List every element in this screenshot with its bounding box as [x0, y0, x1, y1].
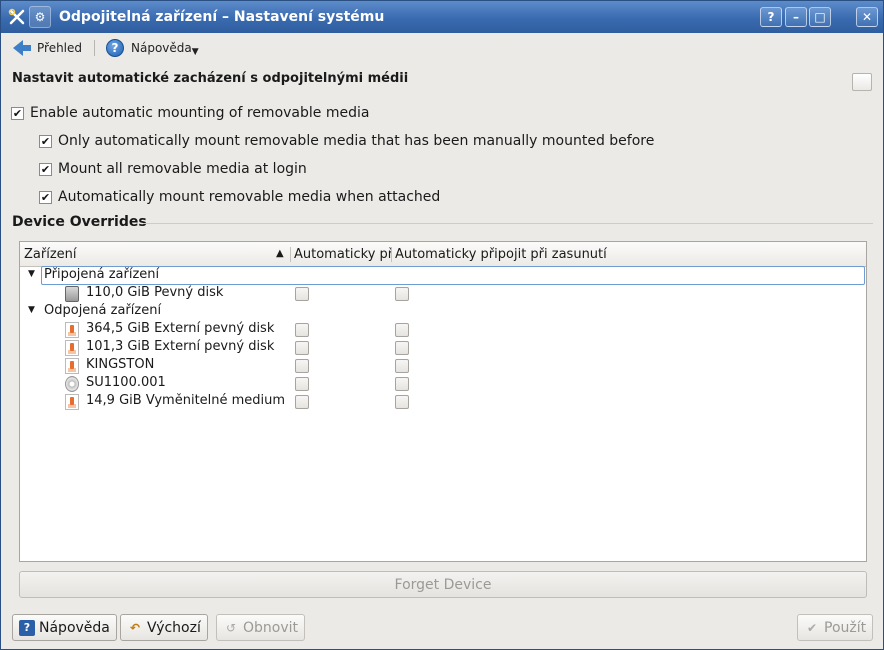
help-button-label: Nápověda: [39, 619, 110, 636]
minimize-button[interactable]: –: [785, 7, 807, 27]
device-tree[interactable]: Zařízení ▲ Automaticky při Automaticky p…: [19, 241, 867, 562]
reset-button[interactable]: ↺ Obnovit: [216, 614, 306, 641]
overview-button[interactable]: Přehled: [13, 37, 82, 59]
help-book-icon: ?: [19, 619, 35, 636]
auto-attach-checkbox[interactable]: [395, 323, 409, 337]
back-arrow-icon: [13, 40, 31, 56]
help-button[interactable]: ? Nápověda: [12, 614, 117, 641]
device-row[interactable]: 14,9 GiB Vyměnitelné medium: [20, 393, 866, 411]
device-label: 110,0 GiB Pevný disk: [86, 285, 224, 300]
only-manual-label: Only automatically mount removable media…: [58, 133, 655, 149]
mount-at-login-label: Mount all removable media at login: [58, 161, 307, 177]
external-disk-icon: [65, 394, 79, 410]
chevron-down-icon: ▼: [191, 47, 199, 57]
checkbox-checked[interactable]: ✔: [39, 190, 52, 204]
enable-automount-label: Enable automatic mounting of removable m…: [30, 105, 370, 121]
external-disk-icon: [65, 340, 79, 356]
tree-header: Zařízení ▲ Automaticky při Automaticky p…: [20, 242, 866, 267]
auto-attach-checkbox[interactable]: [395, 341, 409, 355]
defaults-button-label: Výchozí: [147, 619, 201, 636]
device-label: 364,5 GiB Externí pevný disk: [86, 321, 275, 336]
mount-at-login-checkbox[interactable]: ✔ Mount all removable media at login: [39, 161, 307, 177]
tree-group-row[interactable]: ▼ Odpojená zařízení: [20, 303, 866, 321]
column-header-auto-login[interactable]: Automaticky při: [294, 247, 391, 262]
checkmark-icon: ✔: [806, 620, 818, 635]
toolbar-separator: [94, 40, 95, 56]
help-icon: ?: [106, 39, 124, 57]
tree-group-row[interactable]: ▼ Připojená zařízení: [20, 266, 866, 285]
auto-attach-checkbox[interactable]: [395, 395, 409, 409]
auto-login-checkbox[interactable]: [295, 395, 309, 409]
auto-login-checkbox[interactable]: [295, 377, 309, 391]
column-header-device[interactable]: Zařízení: [24, 247, 274, 262]
reset-icon: ↺: [225, 620, 237, 635]
section-divider: [143, 223, 873, 224]
checkbox-checked[interactable]: ✔: [39, 134, 52, 148]
tools-icon[interactable]: [7, 7, 27, 27]
column-separator: [391, 247, 392, 262]
device-label: 101,3 GiB Externí pevný disk: [86, 339, 275, 354]
window-menu-icon[interactable]: ⚙: [29, 6, 51, 28]
toolbar: Přehled ? Nápověda ▼: [1, 33, 883, 61]
column-header-auto-attach[interactable]: Automaticky připojit při zasunutí: [395, 247, 655, 262]
group-label: Odpojená zařízení: [44, 303, 162, 318]
device-label: 14,9 GiB Vyměnitelné medium: [86, 393, 286, 408]
device-label: KINGSTON: [86, 357, 155, 372]
column-separator: [290, 247, 291, 262]
expand-arrow-icon[interactable]: ▼: [28, 269, 35, 279]
only-manual-checkbox[interactable]: ✔ Only automatically mount removable med…: [39, 133, 654, 149]
device-row[interactable]: 101,3 GiB Externí pevný disk: [20, 339, 866, 357]
page-title: Nastavit automatické zacházení s odpojit…: [12, 71, 409, 86]
apply-button-label: Použít: [824, 619, 867, 636]
device-row[interactable]: KINGSTON: [20, 357, 866, 375]
device-label: SU1100.001: [86, 375, 166, 390]
settings-window: ⚙ Odpojitelná zařízení – Nastavení systé…: [0, 0, 884, 650]
device-row[interactable]: SU1100.001: [20, 375, 866, 393]
overview-label: Přehled: [37, 41, 83, 55]
device-row[interactable]: 364,5 GiB Externí pevný disk: [20, 321, 866, 339]
enable-automount-checkbox[interactable]: ✔ Enable automatic mounting of removable…: [11, 105, 369, 121]
selection-highlight: [41, 266, 865, 285]
close-button[interactable]: ✕: [856, 7, 878, 27]
auto-login-checkbox[interactable]: [295, 359, 309, 373]
context-help-button[interactable]: [852, 73, 872, 91]
auto-attach-checkbox[interactable]: [395, 377, 409, 391]
mount-when-attached-checkbox[interactable]: ✔ Automatically mount removable media wh…: [39, 189, 440, 205]
apply-button[interactable]: ✔ Použít: [797, 614, 874, 641]
section-title: Device Overrides: [12, 214, 147, 230]
checkbox-checked[interactable]: ✔: [11, 106, 24, 120]
defaults-button[interactable]: ↶ Výchozí: [120, 614, 208, 641]
mount-when-attached-label: Automatically mount removable media when…: [58, 189, 441, 205]
help-window-button[interactable]: ?: [760, 7, 782, 27]
undo-icon: ↶: [129, 620, 141, 635]
external-disk-icon: [65, 358, 79, 374]
auto-attach-checkbox[interactable]: [395, 287, 409, 301]
device-row[interactable]: 110,0 GiB Pevný disk: [20, 285, 866, 303]
hard-disk-icon: [65, 286, 79, 302]
auto-login-checkbox[interactable]: [295, 323, 309, 337]
external-disk-icon: [65, 322, 79, 338]
maximize-button[interactable]: □: [809, 7, 831, 27]
window-title: Odpojitelná zařízení – Nastavení systému: [59, 9, 385, 25]
help-menu-label: Nápověda: [131, 41, 192, 55]
auto-login-checkbox[interactable]: [295, 341, 309, 355]
checkbox-checked[interactable]: ✔: [39, 162, 52, 176]
sort-ascending-icon: ▲: [276, 248, 284, 259]
reset-button-label: Obnovit: [243, 619, 299, 636]
help-menu-button[interactable]: ? Nápověda ▼: [106, 37, 199, 59]
group-label: Připojená zařízení: [44, 267, 160, 282]
auto-attach-checkbox[interactable]: [395, 359, 409, 373]
title-bar[interactable]: ⚙ Odpojitelná zařízení – Nastavení systé…: [1, 1, 883, 33]
optical-disc-icon: [65, 376, 79, 392]
expand-arrow-icon[interactable]: ▼: [28, 305, 35, 315]
auto-login-checkbox[interactable]: [295, 287, 309, 301]
forget-device-button[interactable]: Forget Device: [19, 571, 867, 598]
